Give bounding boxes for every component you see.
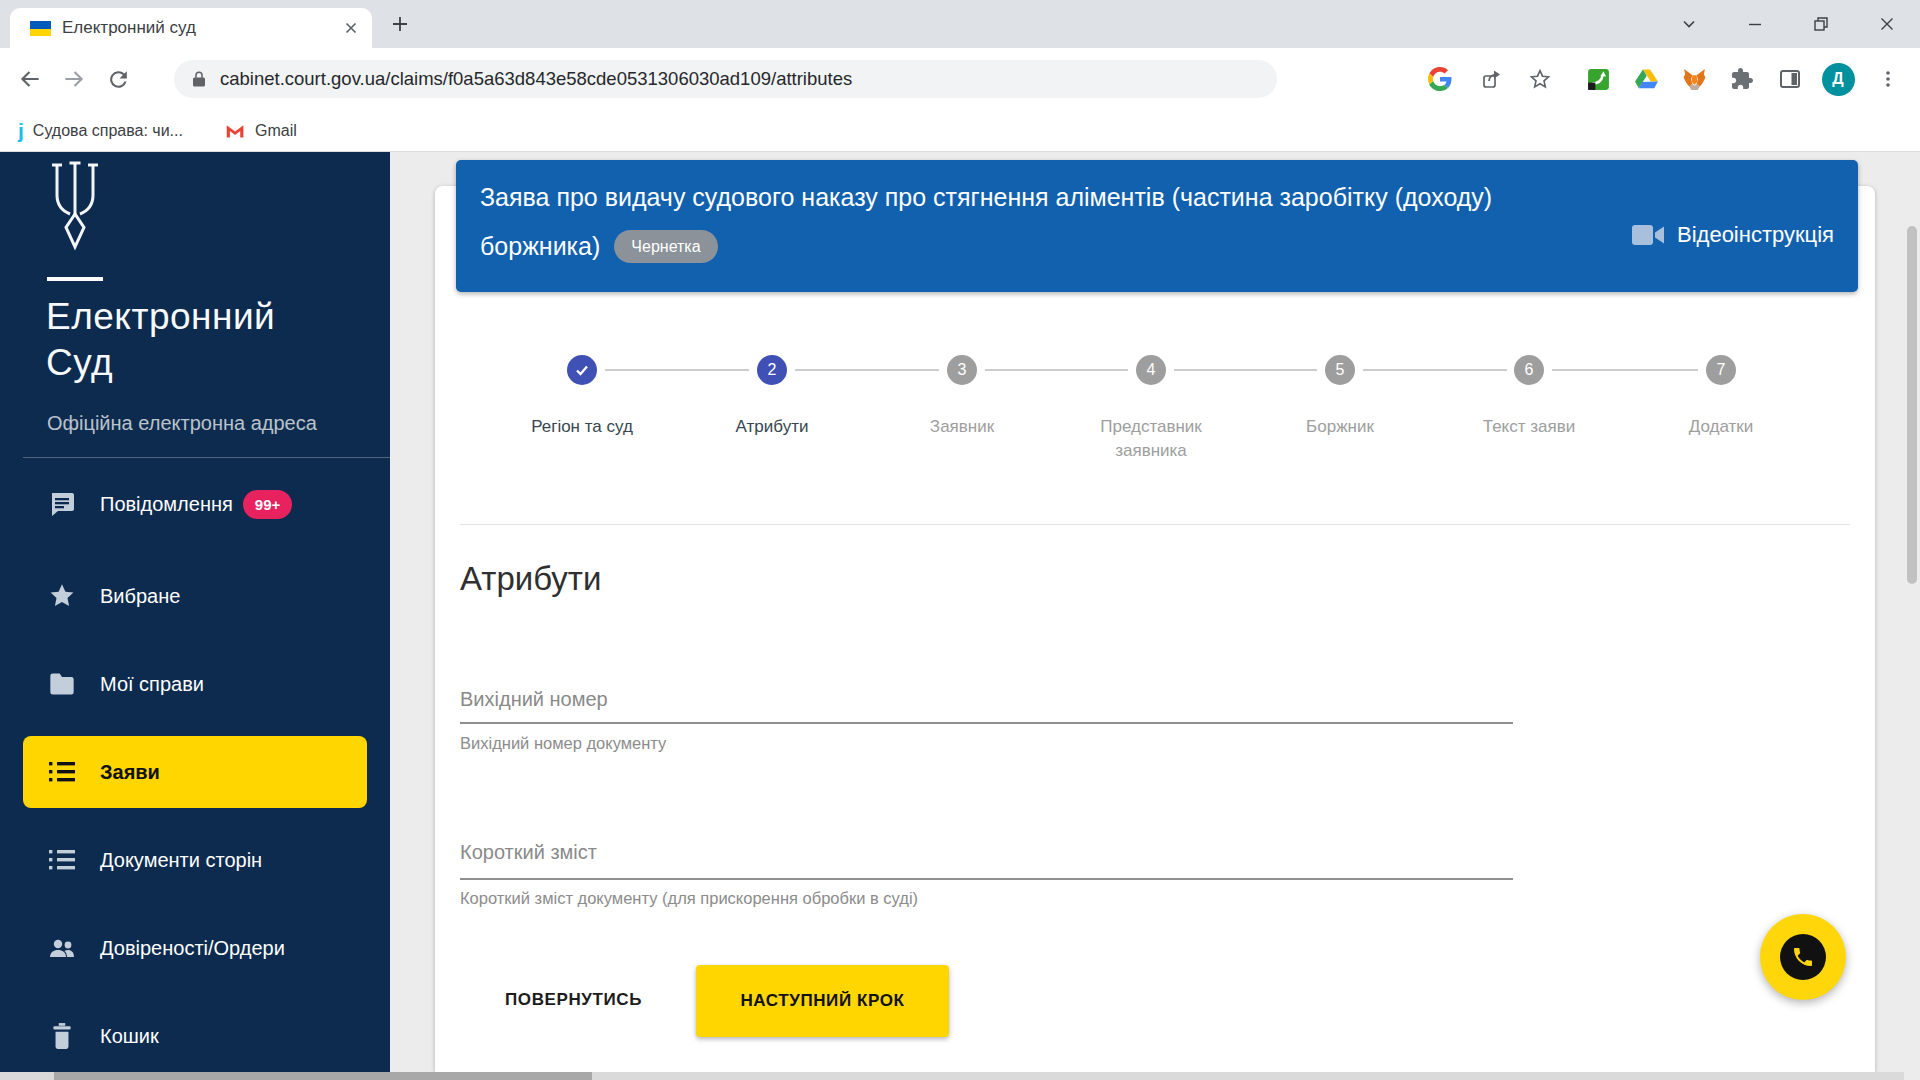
trident-logo [47, 160, 103, 252]
step-claimant[interactable]: 3 Заявник [872, 355, 1052, 439]
step-debtor[interactable]: 5 Боржник [1250, 355, 1430, 439]
url-text: cabinet.court.gov.ua/claims/f0a5a63d843e… [220, 68, 852, 90]
step-claim-text[interactable]: 6 Текст заяви [1439, 355, 1619, 439]
brand-subtitle: Офіційна електронна адреса [47, 412, 317, 435]
sidebar-item-favorites[interactable]: Вибране [0, 560, 390, 632]
people-icon [47, 935, 77, 961]
step-representative[interactable]: 4 Представник заявника [1061, 355, 1241, 463]
google-icon[interactable] [1419, 58, 1461, 100]
bookmark-star-icon[interactable] [1519, 58, 1561, 100]
tab-close-icon[interactable] [342, 19, 360, 37]
sidebar-item-messages[interactable]: Повідомлення 99+ [0, 468, 390, 540]
side-panel-icon[interactable] [1769, 58, 1811, 100]
section-divider [460, 524, 1850, 525]
section-title: Атрибути [460, 560, 601, 598]
forward-button[interactable] [52, 57, 96, 101]
sidebar-item-party-documents[interactable]: Документи сторін [0, 824, 390, 896]
horizontal-scrollbar-thumb[interactable] [54, 1072, 592, 1080]
back-button[interactable] [8, 57, 52, 101]
browser-toolbar: cabinet.court.gov.ua/claims/f0a5a63d843e… [0, 48, 1920, 110]
video-instruction-link[interactable]: Відеоінструкція [1631, 222, 1834, 248]
page-content: Електронний Суд Офіційна електронна адре… [0, 152, 1920, 1072]
phone-icon [1780, 934, 1826, 980]
claim-header: Заява про видачу судового наказу про стя… [456, 160, 1858, 292]
message-icon [47, 490, 77, 518]
scrollbar-corner [1904, 1072, 1920, 1080]
field-label-summary: Короткий зміст [460, 841, 597, 864]
browser-window: Електронний суд cabinet.court.gov.ua/cla… [0, 0, 1920, 1080]
claim-title: Заява про видачу судового наказу про стя… [480, 173, 1600, 271]
back-step-button[interactable]: ПОВЕРНУТИСЬ [505, 990, 642, 1010]
tab-title: Електронний суд [62, 18, 334, 38]
sidebar-item-my-cases[interactable]: Мої справи [0, 648, 390, 720]
tab-search-chevron-icon[interactable] [1656, 0, 1722, 48]
list-icon [47, 847, 77, 873]
lock-icon [190, 70, 208, 88]
profile-avatar[interactable]: Д [1817, 58, 1859, 100]
content-card [435, 186, 1875, 1072]
browser-tab[interactable]: Електронний суд [10, 8, 372, 48]
new-tab-button[interactable] [390, 14, 410, 34]
star-icon [47, 582, 77, 610]
reload-button[interactable] [96, 57, 140, 101]
bookmark-favicon-j: j [18, 119, 24, 143]
draft-badge: Чернетка [614, 230, 717, 263]
tab-strip: Електронний суд [0, 0, 1920, 48]
list-icon [47, 759, 77, 785]
step-attributes[interactable]: 2 Атрибути [682, 355, 862, 439]
window-close-button[interactable] [1854, 0, 1920, 48]
field-label-outgoing-number: Вихідний номер [460, 688, 608, 711]
field-helper-summary: Короткий зміст документу (для прискоренн… [460, 889, 918, 908]
sidebar: Електронний Суд Офіційна електронна адре… [0, 152, 390, 1072]
brand-title: Електронний Суд [46, 294, 275, 386]
url-bar[interactable]: cabinet.court.gov.ua/claims/f0a5a63d843e… [174, 60, 1277, 98]
metamask-icon[interactable] [1673, 58, 1715, 100]
field-helper-outgoing-number: Вихідний номер документу [460, 734, 666, 753]
extension-green-icon[interactable] [1577, 58, 1619, 100]
step-attachments[interactable]: 7 Додатки [1631, 355, 1811, 439]
share-icon[interactable] [1471, 58, 1513, 100]
sidebar-divider [23, 457, 390, 458]
bookmarks-bar: j Судова справа: чи... Gmail [0, 110, 1920, 152]
videocam-icon [1631, 223, 1665, 247]
bookmark-item[interactable]: j Судова справа: чи... [18, 119, 183, 143]
next-step-button[interactable]: НАСТУПНИЙ КРОК [696, 965, 949, 1037]
brand-divider [47, 277, 103, 281]
bookmark-item-gmail[interactable]: Gmail [225, 122, 297, 140]
window-minimize-button[interactable] [1722, 0, 1788, 48]
extensions-puzzle-icon[interactable] [1721, 58, 1763, 100]
sidebar-item-trash[interactable]: Кошик [0, 1000, 390, 1072]
sidebar-item-claims[interactable]: Заяви [23, 736, 367, 808]
messages-count-badge: 99+ [243, 490, 292, 519]
folder-icon [47, 670, 77, 698]
summary-input[interactable] [460, 878, 1513, 880]
outgoing-number-input[interactable] [460, 722, 1513, 724]
main-panel: Заява про видачу судового наказу про стя… [390, 152, 1920, 1072]
sidebar-item-powers-of-attorney[interactable]: Довіреності/Ордери [0, 912, 390, 984]
window-restore-button[interactable] [1788, 0, 1854, 48]
step-region-court[interactable]: Регіон та суд [492, 355, 672, 439]
phone-fab-button[interactable] [1760, 914, 1846, 1000]
trash-icon [47, 1022, 77, 1050]
browser-menu-icon[interactable] [1867, 58, 1909, 100]
vertical-scrollbar-thumb[interactable] [1907, 226, 1917, 584]
window-controls [1656, 0, 1920, 48]
google-drive-icon[interactable] [1625, 58, 1667, 100]
ukraine-flag-favicon [30, 21, 51, 36]
horizontal-scrollbar[interactable] [0, 1072, 1904, 1080]
gmail-icon [225, 122, 246, 139]
